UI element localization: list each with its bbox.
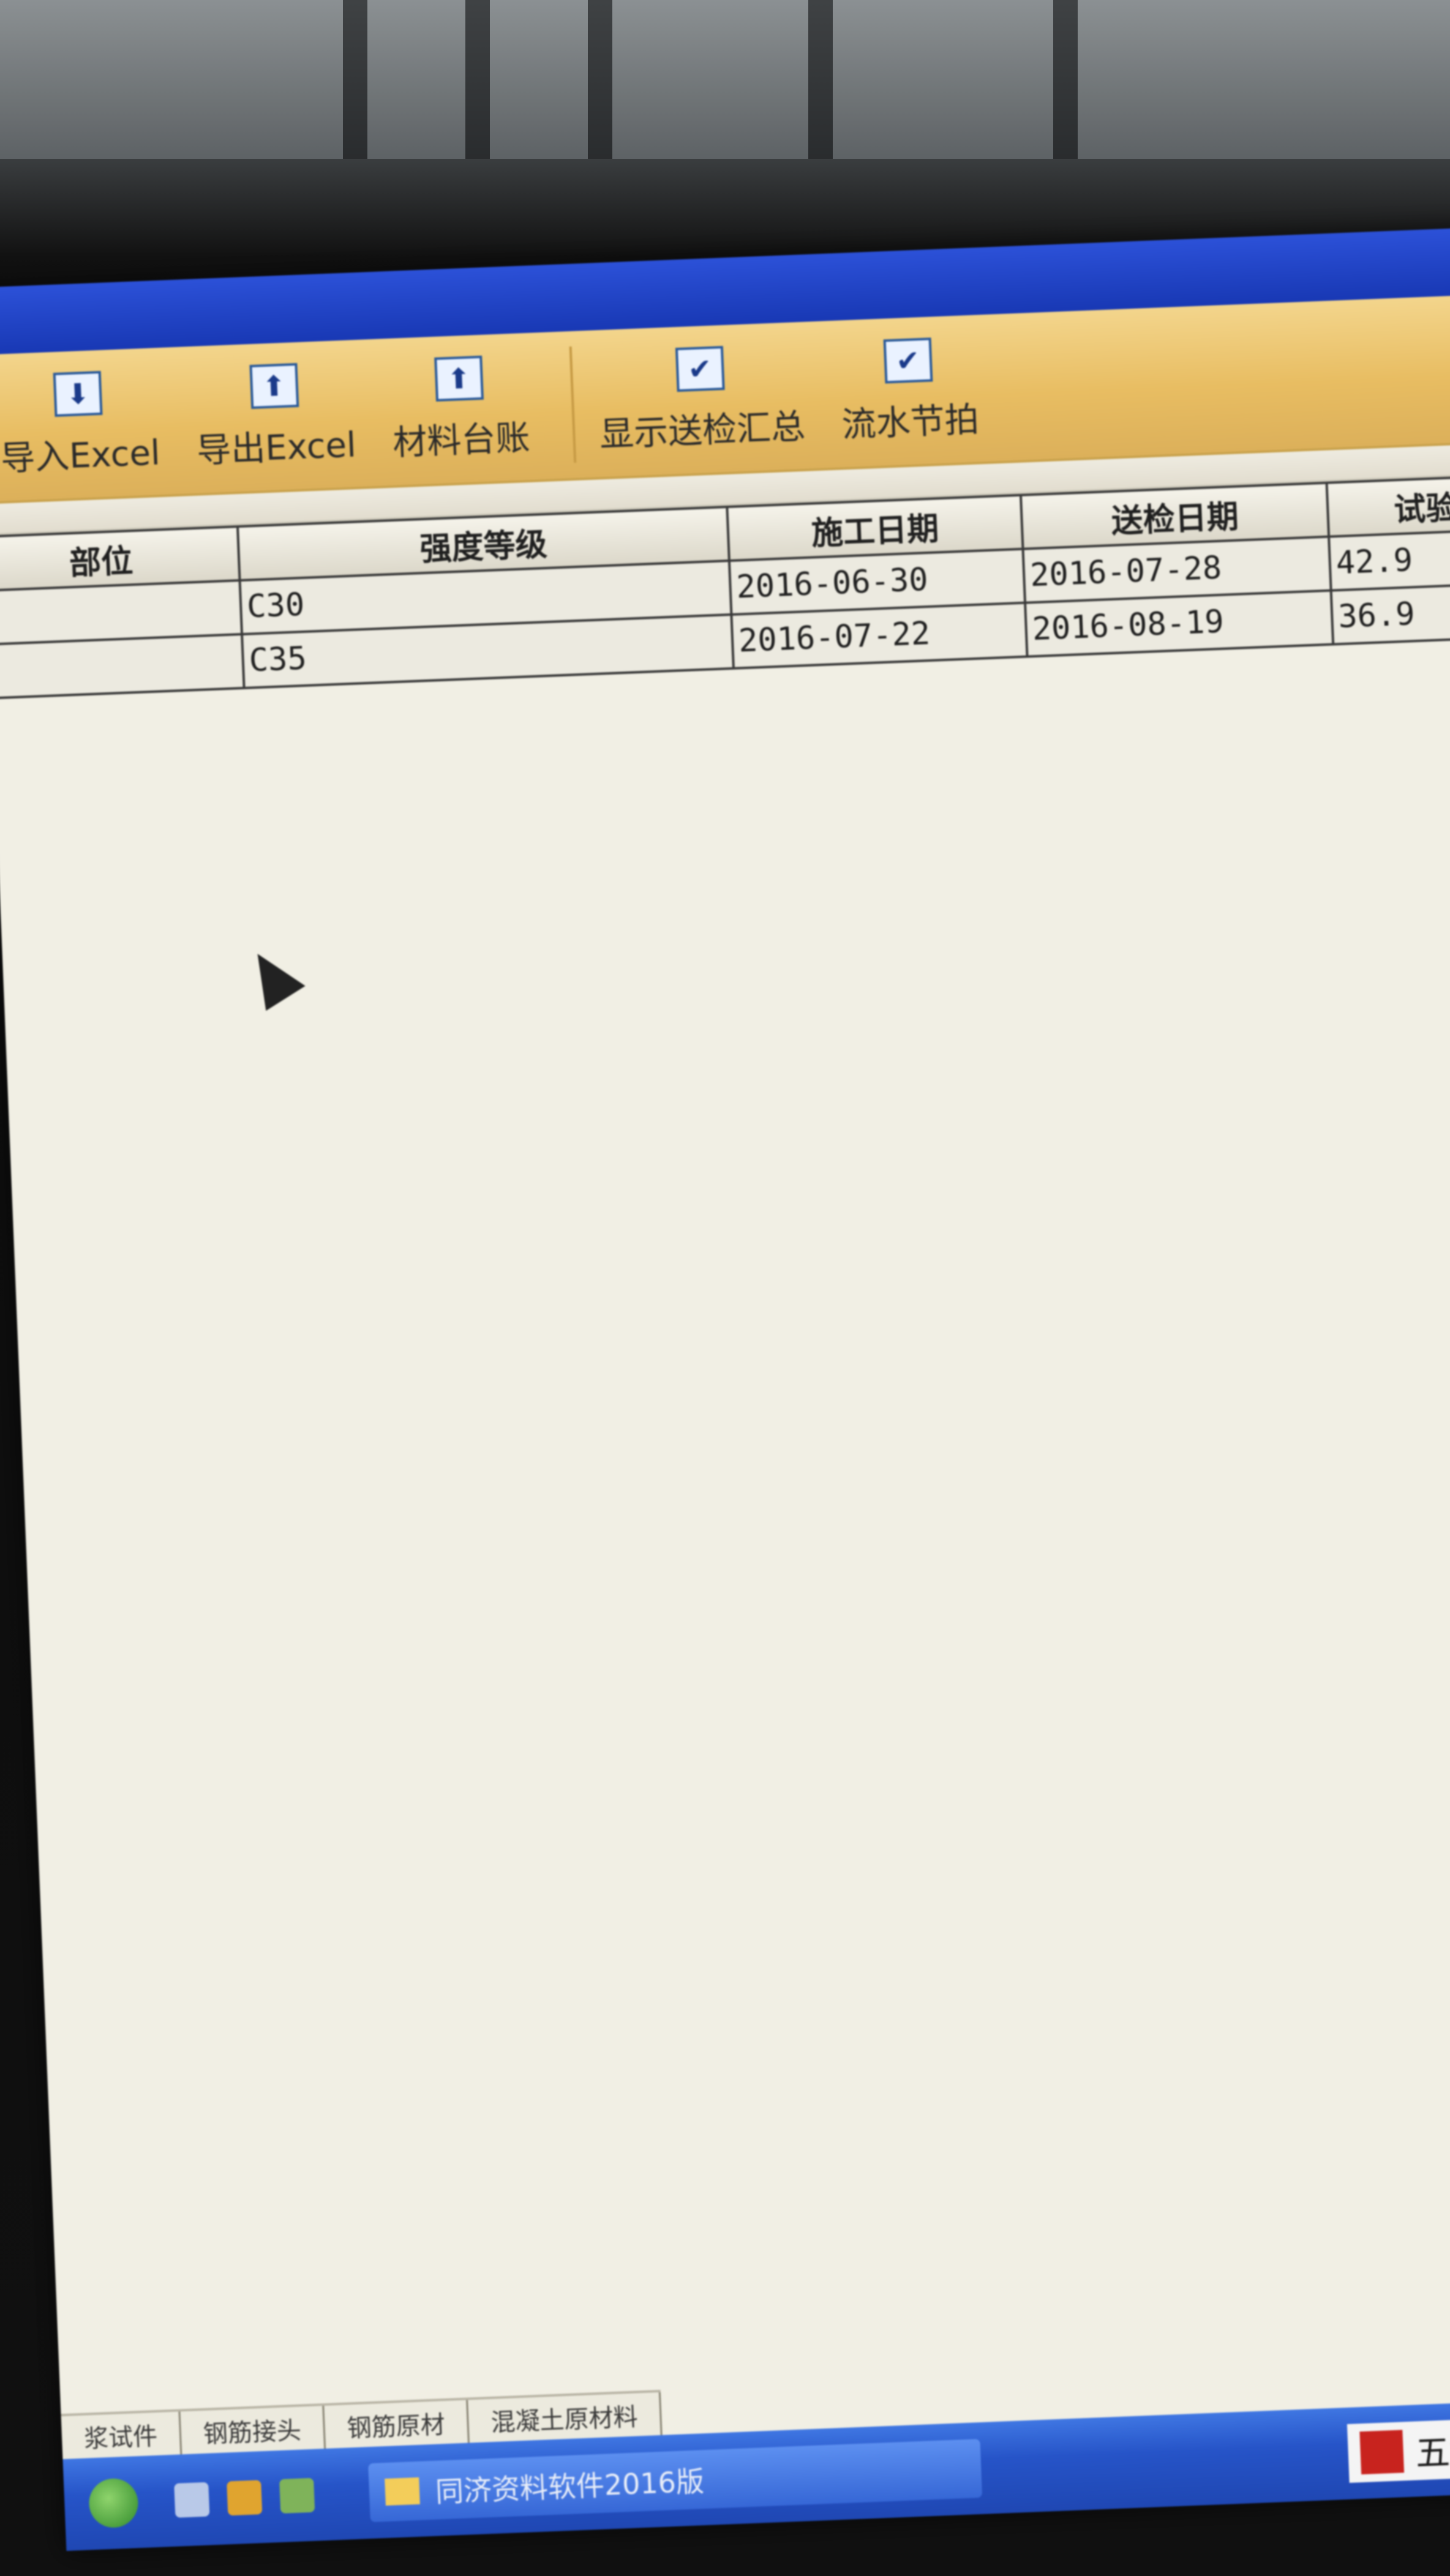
ime-indicator[interactable]: 五笔 [1347, 2418, 1450, 2483]
grid-empty-area[interactable] [0, 605, 1450, 2416]
export-excel-button[interactable]: ⬆ 导出Excel [193, 361, 357, 473]
material-ledger-label: 材料台账 [392, 417, 531, 463]
taskbar-window-button[interactable]: 同济资料软件2016版 [368, 2439, 983, 2523]
tab-mortar-specimen[interactable]: 浆试件 [61, 2411, 182, 2460]
ime-label: 五笔 [1414, 2431, 1450, 2474]
cell-test-value[interactable]: 42.9 [1329, 528, 1450, 591]
show-summary-button[interactable]: ✔ 显示送检汇总 [596, 342, 806, 456]
background-window [0, 0, 1450, 159]
flow-rhythm-label: 流水节拍 [841, 399, 980, 445]
show-summary-label: 显示送检汇总 [598, 406, 806, 455]
import-excel-button[interactable]: ⬇ 导入Excel [0, 369, 161, 481]
media-icon[interactable] [279, 2477, 315, 2514]
import-excel-icon: ⬇ [53, 370, 103, 417]
tab-rebar-raw[interactable]: 钢筋原材 [324, 2400, 470, 2449]
app-screen: ⬇ 导入Excel ⬆ 导出Excel ⬆ 材料台账 ✔ 显示送检汇总 ✔ 流水… [0, 225, 1450, 2552]
toolbar-separator [569, 346, 576, 463]
import-excel-label: 导入Excel [0, 432, 161, 479]
ime-icon [1359, 2430, 1405, 2475]
tab-rebar-joint[interactable]: 钢筋接头 [180, 2405, 326, 2455]
flow-rhythm-button[interactable]: ✔ 流水节拍 [838, 335, 980, 447]
check-icon: ✔ [883, 337, 933, 384]
tab-concrete-raw[interactable]: 混凝土原材料 [468, 2392, 663, 2443]
photo-scene: ⬇ 导入Excel ⬆ 导出Excel ⬆ 材料台账 ✔ 显示送检汇总 ✔ 流水… [0, 0, 1450, 2576]
ledger-icon: ⬆ [434, 355, 484, 402]
material-ledger-button[interactable]: ⬆ 材料台账 [389, 353, 531, 465]
browser-icon[interactable] [227, 2480, 263, 2516]
taskbar-window-title: 同济资料软件2016版 [435, 2465, 705, 2509]
export-excel-icon: ⬆ [249, 362, 299, 409]
start-button[interactable] [88, 2477, 139, 2529]
desktop-icon[interactable] [174, 2482, 210, 2518]
check-icon: ✔ [675, 345, 725, 392]
folder-icon [385, 2477, 420, 2506]
header-test[interactable]: 试验 [1326, 474, 1450, 537]
export-excel-label: 导出Excel [196, 424, 357, 471]
